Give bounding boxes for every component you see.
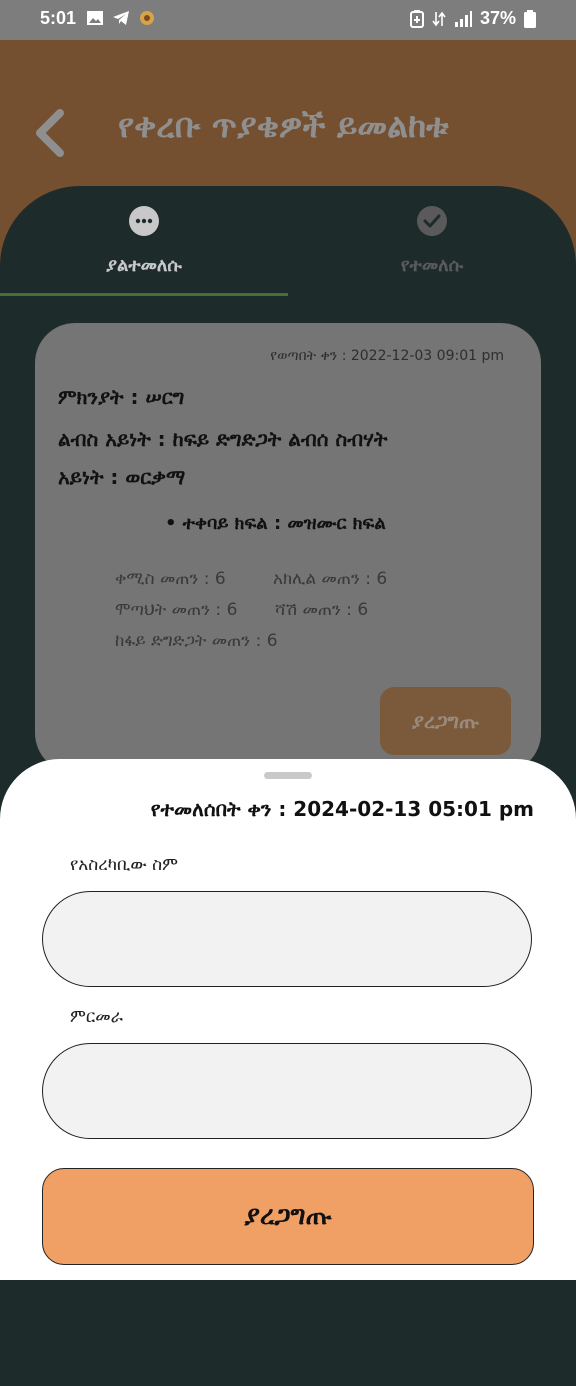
active-tab-indicator — [0, 293, 288, 296]
battery-icon — [524, 9, 536, 28]
confirm-button[interactable]: ያረጋግጡ — [42, 1168, 534, 1265]
battery-saver-icon — [409, 9, 424, 28]
quantity-item: ከፋይ ድግድጋት መጠን : 6 — [115, 631, 278, 651]
card-confirm-button[interactable]: ያረጋግጡ — [380, 687, 511, 755]
status-time: 5:01 — [40, 8, 77, 28]
tab-unreturned-label: ያልተመለሱ — [106, 255, 182, 276]
request-card: የወጣበት ቀን : 2022-12-03 09:01 pm ምክንያት : ሠ… — [35, 323, 541, 773]
issue-date: የወጣበት ቀን : 2022-12-03 09:01 pm — [270, 348, 504, 364]
gallery-icon — [87, 11, 103, 25]
status-right: 37% — [409, 8, 536, 29]
page-title: የቀረቡ ጥያቄዎች ይመልከቱ — [118, 106, 449, 145]
comment-input[interactable] — [42, 1043, 532, 1139]
signal-icon — [454, 10, 472, 27]
back-arrow-icon[interactable] — [30, 108, 70, 158]
tab-returned[interactable]: የተመለሱ — [288, 205, 576, 276]
app-notification-icon — [140, 11, 154, 25]
telegram-icon — [113, 11, 129, 25]
type-text: አይነት : ወርቃማ — [58, 465, 186, 489]
quantity-item: ሻሽ መጠን : 6 — [275, 600, 369, 620]
check-circle-icon — [417, 206, 447, 236]
reason-text: ምክንያት : ሠርግ — [58, 385, 185, 409]
tab-returned-label: የተመለሱ — [400, 255, 464, 276]
status-bar: 5:01 37% — [0, 0, 576, 40]
comment-label: ምርመራ — [70, 1007, 123, 1027]
return-date: የተመለሰበት ቀን : 2024-02-13 05:01 pm — [150, 797, 534, 821]
battery-percent: 37% — [479, 8, 516, 28]
data-transfer-icon — [432, 11, 446, 26]
quantity-item: ሞጣህት መጠን : 6 — [115, 600, 238, 620]
quantity-item: አክሊል መጠን : 6 — [273, 569, 388, 589]
receiver-text: • ተቀባይ ክፍል : መዝሙር ክፍል — [165, 513, 386, 534]
notification-icons — [86, 9, 156, 27]
return-bottom-sheet: የተመለሰበት ቀን : 2024-02-13 05:01 pm የአስረካቢው… — [0, 759, 576, 1280]
sheet-drag-handle[interactable] — [264, 772, 312, 779]
returner-name-label: የአስረካቢው ስም — [70, 855, 178, 875]
tab-unreturned[interactable]: ያልተመለሱ — [0, 205, 288, 276]
cloth-type-text: ልብስ አይነት : ከፍይ ድግድጋት ልብሰ ስብሃት — [58, 427, 388, 451]
quantity-item: ቀሚስ መጠን : 6 — [115, 569, 226, 589]
more-horizontal-icon — [129, 206, 159, 236]
returner-name-input[interactable] — [42, 891, 532, 987]
